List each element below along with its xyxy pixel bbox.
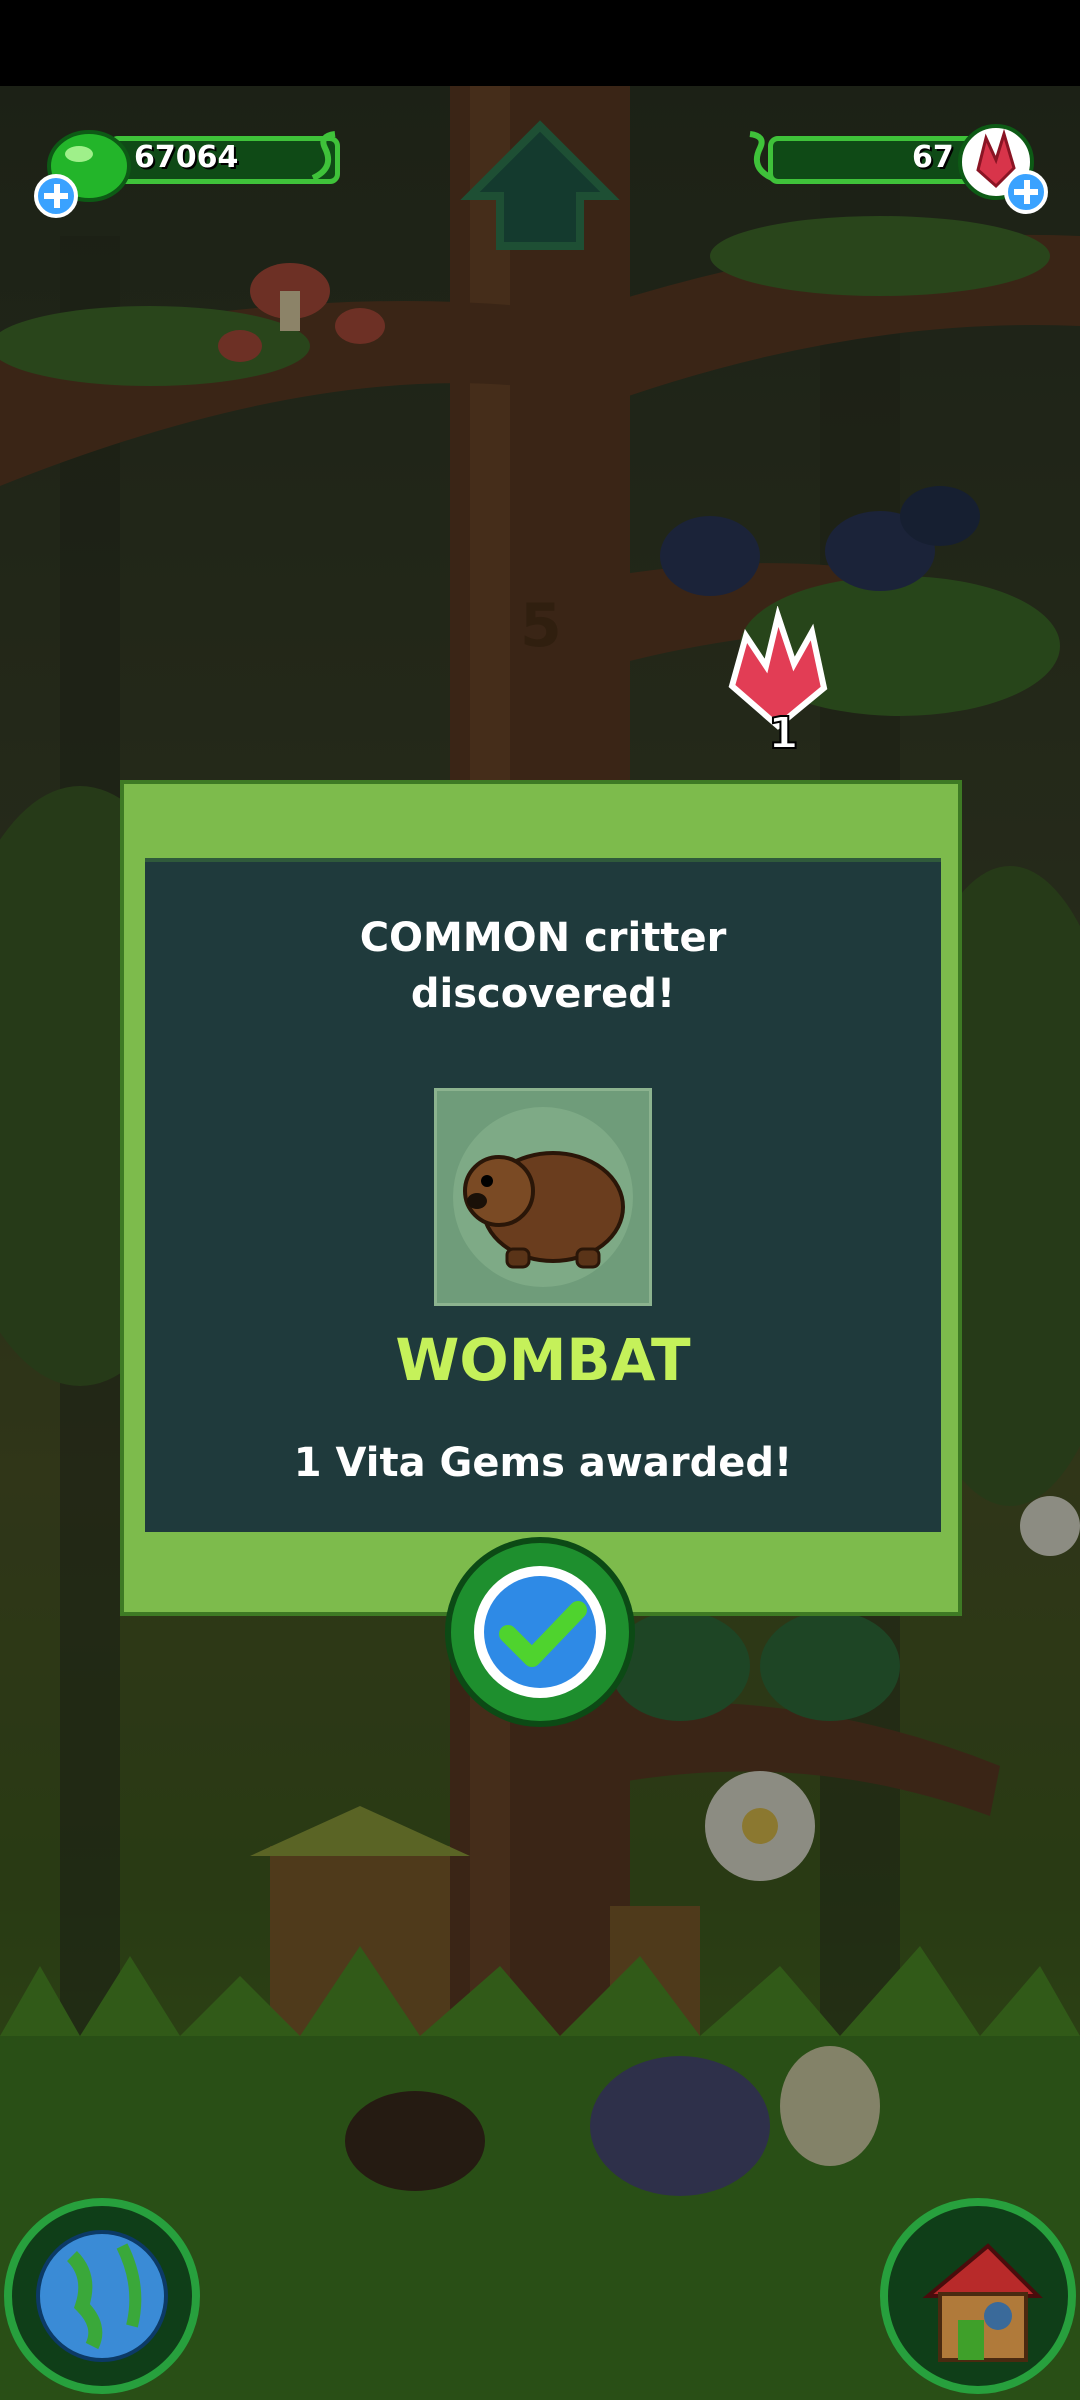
wombat-image	[453, 1107, 633, 1287]
house-icon	[922, 2243, 1043, 2362]
critter-name: WOMBAT	[395, 1326, 691, 1394]
confirm-button[interactable]	[442, 1534, 638, 1730]
award-message: 1 Vita Gems awarded!	[293, 1440, 793, 1486]
gem-count: 67	[912, 140, 954, 175]
reward-gem-amount: 1	[768, 708, 799, 756]
vine-curl-icon	[749, 131, 774, 181]
checkmark-icon	[445, 1537, 635, 1727]
add-vita-button[interactable]	[34, 174, 78, 218]
dialog-title-line2: discovered!	[410, 971, 676, 1017]
home-button[interactable]	[880, 2198, 1076, 2394]
vita-count: 67064	[134, 140, 239, 175]
floating-gem-reward: 1	[728, 606, 828, 756]
dialog-title: COMMON critter discovered!	[145, 910, 941, 1022]
critter-portrait	[434, 1088, 652, 1306]
add-gems-button[interactable]	[1004, 170, 1048, 214]
dialog-title-line1: COMMON critter	[359, 915, 727, 961]
map-button[interactable]	[4, 2198, 200, 2394]
globe-icon	[36, 2230, 168, 2362]
vine-curl-icon	[311, 131, 336, 181]
status-bar	[0, 0, 1080, 86]
